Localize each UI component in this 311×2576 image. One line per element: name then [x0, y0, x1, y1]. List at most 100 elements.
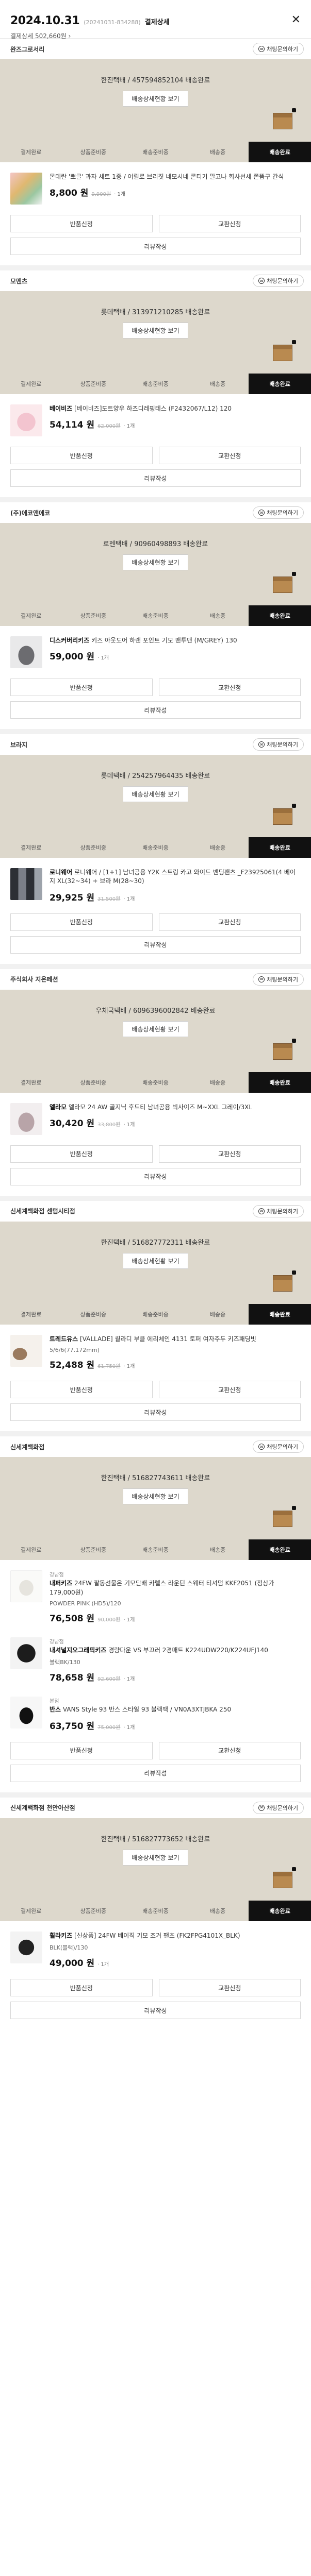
delivery-step: 결제완료 [21, 844, 42, 851]
write-review-button[interactable]: 리뷰작성 [10, 1167, 301, 1185]
exchange-button[interactable]: 교환신청 [158, 1741, 301, 1759]
return-button[interactable]: 반품신청 [10, 447, 153, 464]
close-icon[interactable]: ✕ [291, 14, 301, 26]
product-title: 경량다운 VS 부끄러 2경매트 K224UDW220/K224UFJ140 [108, 1646, 268, 1654]
product-thumbnail[interactable] [10, 1334, 42, 1367]
product-name[interactable]: 엘라모 엘라모 24 AW 골지닉 후드티 남녀공용 빅사이즈 M~XXL 그레… [50, 1103, 301, 1112]
exchange-button[interactable]: 교환신청 [158, 1979, 301, 1997]
exchange-button[interactable]: 교환신청 [158, 447, 301, 464]
product-name[interactable]: 내퍼키즈 24FW 팔동선물은 기모단배 카렐스 라운딘 스웨터 티셔덤 KKF… [50, 1579, 301, 1597]
product-title: 엘라모 24 AW 골지닉 후드티 남녀공용 빅사이즈 M~XXL 그레이/3X… [68, 1103, 253, 1111]
chat-inquiry-button[interactable]: ✉ 채팅문의하기 [253, 1801, 304, 1814]
product-name[interactable]: 베이비즈 [베이비즈]도트양우 하즈디레핑테스 (F2432067/L12) 1… [50, 404, 301, 413]
product-thumbnail[interactable] [10, 868, 42, 900]
order-date: 2024.10.31 [10, 14, 80, 27]
write-review-button[interactable]: 리뷰작성 [10, 238, 301, 255]
chat-inquiry-button[interactable]: ✉ 채팅문의하기 [253, 1440, 304, 1453]
return-button[interactable]: 반품신청 [10, 913, 153, 931]
product-thumbnail[interactable] [10, 1570, 42, 1603]
shop-name: (주)에코앤에코 [10, 509, 51, 517]
exchange-button[interactable]: 교환신청 [158, 1381, 301, 1399]
item-actions: 반품신청 교환신청리뷰작성 [0, 215, 311, 265]
shop-section: 신세계백화점 천안아산점 ✉ 채팅문의하기 한진택배 / 516827773652 배… [0, 1792, 311, 2029]
product-name[interactable]: 트레드유스 [VALLADE] 퀼라디 부클 에리체인 4131 토퍼 여자주두… [50, 1335, 301, 1344]
product-name[interactable]: 로니웨어 로니웨어 / [1+1] 남녀공용 Y2K 스트링 카고 와이드 밴딩… [50, 868, 301, 886]
package-box-icon [273, 1038, 296, 1060]
order-item[interactable]: 몬테란 '뽀글' 과자 세트 1종 / 어릴로 브리짓 네모시네 콘티기 말고나… [0, 162, 311, 215]
product-thumbnail[interactable] [10, 173, 42, 205]
product-brand: 트레드유스 [50, 1335, 78, 1343]
product-name[interactable]: 디스커버리키즈 키즈 아웃도어 하랜 포인트 기모 맨투맨 (M/GREY) 1… [50, 636, 301, 645]
delivery-step: 배송완료 [249, 374, 311, 394]
order-item[interactable]: 휠라키즈 [신상품] 24FW 베이직 기모 조거 팬츠 (FK2FPG4101… [0, 1921, 311, 1979]
tracking-detail-button[interactable]: 배송상세현황 보기 [123, 1252, 188, 1269]
product-brand: 내퍼키즈 [50, 1580, 73, 1587]
tracking-status: 우체국택배 / 6096396002842 배송완료 [95, 1007, 216, 1015]
chat-inquiry-button[interactable]: ✉ 채팅문의하기 [253, 738, 304, 751]
order-item[interactable]: 디스커버리키즈 키즈 아웃도어 하랜 포인트 기모 맨투맨 (M/GREY) 1… [0, 626, 311, 679]
chat-inquiry-label: 채팅문의하기 [267, 1804, 298, 1811]
return-button[interactable]: 반품신청 [10, 679, 153, 696]
exchange-button[interactable]: 교환신청 [158, 913, 301, 931]
tracking-detail-button[interactable]: 배송상세현황 보기 [123, 1488, 188, 1505]
order-item[interactable]: 강남점 내셔널지오그래픽키즈 경량다운 VS 부끄러 2경매트 K224UDW22… [0, 1634, 311, 1693]
product-thumbnail[interactable] [10, 404, 42, 436]
tracking-detail-button[interactable]: 배송상세현황 보기 [123, 1021, 188, 1037]
tracking-detail-button[interactable]: 배송상세현황 보기 [123, 786, 188, 802]
order-item[interactable]: 트레드유스 [VALLADE] 퀼라디 부클 에리체인 4131 토퍼 여자주두… [0, 1325, 311, 1381]
return-button[interactable]: 반품신청 [10, 1145, 153, 1163]
write-review-button[interactable]: 리뷰작성 [10, 701, 301, 719]
product-thumbnail[interactable] [10, 1103, 42, 1135]
write-review-button[interactable]: 리뷰작성 [10, 1403, 301, 1421]
tracking-detail-button[interactable]: 배송상세현황 보기 [123, 554, 188, 570]
return-button[interactable]: 반품신청 [10, 215, 153, 232]
chat-inquiry-button[interactable]: ✉ 채팅문의하기 [253, 43, 304, 55]
quantity: · 1개 [123, 423, 135, 430]
order-item[interactable]: 본점 반스 VANS Style 93 반스 스타일 93 블랙팩 / VN0A3… [0, 1693, 311, 1741]
product-thumbnail[interactable] [10, 1931, 42, 1963]
chat-inquiry-label: 채팅문의하기 [267, 1208, 298, 1215]
exchange-button[interactable]: 교환신청 [158, 1145, 301, 1163]
product-name[interactable]: 휠라키즈 [신상품] 24FW 베이직 기모 조거 팬츠 (FK2FPG4101… [50, 1931, 301, 1940]
chat-inquiry-button[interactable]: ✉ 채팅문의하기 [253, 275, 304, 287]
package-box-icon [273, 804, 296, 825]
return-button[interactable]: 반품신청 [10, 1381, 153, 1399]
return-button[interactable]: 반품신청 [10, 1979, 153, 1997]
tracking-detail-button[interactable]: 배송상세현황 보기 [123, 1849, 188, 1866]
item-actions: 반품신청 교환신청리뷰작성 [0, 679, 311, 729]
delivery-step: 상품준비중 [80, 1079, 107, 1086]
tracking-detail-button[interactable]: 배송상세현황 보기 [123, 91, 188, 107]
shop-name: 신세계백화점 [10, 1443, 45, 1451]
order-item[interactable]: 로니웨어 로니웨어 / [1+1] 남녀공용 Y2K 스트링 카고 와이드 밴딩… [0, 858, 311, 913]
tracking-detail-button[interactable]: 배송상세현황 보기 [123, 323, 188, 338]
exchange-button[interactable]: 교환신청 [158, 679, 301, 696]
order-item[interactable]: 베이비즈 [베이비즈]도트양우 하즈디레핑테스 (F2432067/L12) 1… [0, 394, 311, 447]
order-item[interactable]: 강남점 내퍼키즈 24FW 팔동선물은 기모단배 카렐스 라운딘 스웨터 티셔덤 … [0, 1560, 311, 1634]
write-review-button[interactable]: 리뷰작성 [10, 2002, 301, 2020]
product-price: 59,000 원 [50, 652, 95, 663]
payment-summary-link[interactable]: 결제상세 502,660원 › [10, 31, 300, 40]
item-actions: 반품신청 교환신청리뷰작성 [0, 1979, 311, 2029]
shop-section: (주)에코앤에코 ✉ 채팅문의하기 로젠택배 / 90960498893 배송완료 배송… [0, 497, 311, 729]
product-thumbnail[interactable] [10, 636, 42, 668]
product-name[interactable]: 몬테란 '뽀글' 과자 세트 1종 / 어릴로 브리짓 네모시네 콘티기 말고나… [50, 173, 301, 181]
chat-inquiry-button[interactable]: ✉ 채팅문의하기 [253, 973, 304, 986]
delivery-step: 배송중 [209, 1547, 226, 1554]
return-button[interactable]: 반품신청 [10, 1741, 153, 1759]
shop-header: (주)에코앤에코 ✉ 채팅문의하기 [0, 502, 311, 523]
product-thumbnail[interactable] [10, 1637, 42, 1669]
write-review-button[interactable]: 리뷰작성 [10, 936, 301, 954]
product-name[interactable]: 내셔널지오그래픽키즈 경량다운 VS 부끄러 2경매트 K224UDW220/K… [50, 1646, 301, 1655]
chat-inquiry-button[interactable]: ✉ 채팅문의하기 [253, 506, 304, 519]
chat-inquiry-button[interactable]: ✉ 채팅문의하기 [253, 1205, 304, 1217]
order-item[interactable]: 엘라모 엘라모 24 AW 골지닉 후드티 남녀공용 빅사이즈 M~XXL 그레… [0, 1093, 311, 1145]
exchange-button[interactable]: 교환신청 [158, 215, 301, 232]
product-thumbnail[interactable] [10, 1697, 42, 1729]
chat-inquiry-label: 채팅문의하기 [267, 1444, 298, 1451]
write-review-button[interactable]: 리뷰작성 [10, 1764, 301, 1782]
product-name[interactable]: 반스 VANS Style 93 반스 스타일 93 블랙팩 / VN0A3XT… [50, 1705, 301, 1714]
product-title: 24FW 팔동선물은 기모단배 카렐스 라운딘 스웨터 티셔덤 KKF2051 … [50, 1580, 274, 1596]
product-price: 63,750 원 [50, 1721, 95, 1732]
quantity: · 1개 [114, 192, 126, 198]
write-review-button[interactable]: 리뷰작성 [10, 469, 301, 487]
